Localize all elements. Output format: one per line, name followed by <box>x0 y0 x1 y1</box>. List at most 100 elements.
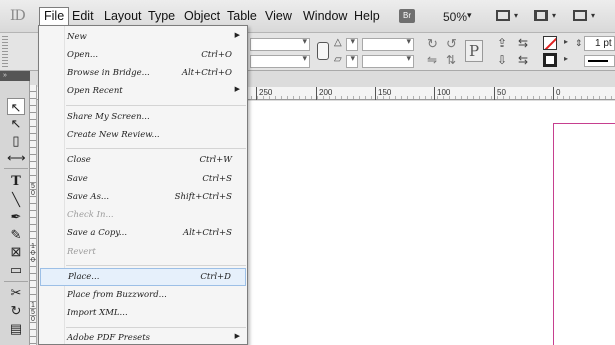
stroke-swatch-icon[interactable] <box>543 53 557 67</box>
menu-item-label: Share My Screen... <box>67 112 150 122</box>
flip-horizontal-icon[interactable]: ⇋ <box>427 53 437 67</box>
menu-edit[interactable]: Edit <box>68 7 98 26</box>
font-family-field[interactable] <box>250 36 310 51</box>
menu-item-label: Place... <box>68 272 100 282</box>
pencil-tool-icon[interactable]: ✎ <box>7 226 25 243</box>
shear-dropdown[interactable] <box>346 53 358 68</box>
rotate-cw-icon[interactable]: ↻ <box>427 36 438 52</box>
menu-type[interactable]: Type <box>144 7 179 26</box>
screen-mode-icon[interactable] <box>533 8 550 24</box>
menu-item-shortcut: Shift+Ctrl+S <box>174 192 232 202</box>
bridge-button[interactable]: Br <box>399 9 415 23</box>
menu-object[interactable]: Object <box>180 7 224 26</box>
select-content-icon[interactable]: ⇩ <box>497 53 507 67</box>
menu-item-label: Save a Copy... <box>67 228 128 238</box>
ruler-label: 100 <box>31 243 35 264</box>
menu-item-label: Open... <box>67 50 99 60</box>
stroke-weight-field[interactable]: 1 pt <box>584 36 615 51</box>
free-transform-tool-icon[interactable]: ↻ <box>7 302 25 319</box>
menu-item-shortcut: Ctrl+W <box>199 155 232 165</box>
select-next-icon[interactable]: ⇆ <box>518 53 528 67</box>
ruler-tick <box>434 87 435 100</box>
constrain-proportions-icon[interactable] <box>317 42 329 60</box>
type-tool-icon[interactable]: T <box>7 173 25 190</box>
menu-item-save[interactable]: Save Ctrl+S <box>40 171 246 189</box>
menu-item-place[interactable]: Place... Ctrl+D <box>40 268 246 286</box>
tools-panel-collapse-icon[interactable]: » <box>0 71 30 81</box>
arrange-documents-icon[interactable] <box>572 8 589 24</box>
menu-separator <box>66 148 246 149</box>
triangle-icon: △ <box>334 37 342 48</box>
select-previous-icon[interactable]: ⇆ <box>518 36 528 50</box>
selection-tool-icon[interactable]: ↖ <box>7 98 25 115</box>
panel-grip[interactable] <box>2 36 8 68</box>
menu-separator <box>66 327 246 328</box>
chevron-down-icon[interactable]: ▾ <box>552 11 556 20</box>
menu-item-share-my-screen[interactable]: Share My Screen... <box>40 109 246 127</box>
menu-item-shortcut: Alt+Ctrl+S <box>182 228 232 238</box>
menu-separator <box>66 265 246 266</box>
menu-help[interactable]: Help <box>350 7 384 26</box>
rotate-ccw-icon[interactable]: ↺ <box>446 36 457 52</box>
zoom-level[interactable]: 50% <box>443 10 467 24</box>
menu-separator <box>66 105 246 106</box>
menu-item-import-xml[interactable]: Import XML... <box>40 305 246 323</box>
menu-item-close[interactable]: Close Ctrl+W <box>40 152 246 170</box>
menu-view[interactable]: View <box>261 7 296 26</box>
menu-item-adobe-pdf-presets[interactable]: Adobe PDF Presets ▶ <box>40 330 246 345</box>
zoom-dropdown-icon[interactable]: ▾ <box>467 10 472 21</box>
menu-item-create-new-review[interactable]: Create New Review... <box>40 127 246 145</box>
menu-item-shortcut: Ctrl+O <box>201 50 232 60</box>
menu-item-label: Save <box>67 174 88 184</box>
menu-item-label: Create New Review... <box>67 130 160 140</box>
menu-item-new[interactable]: New ▶ <box>40 29 246 47</box>
menu-item-save-a-copy[interactable]: Save a Copy... Alt+Ctrl+S <box>40 225 246 243</box>
submenu-arrow-icon: ▶ <box>234 333 240 340</box>
shear-angle-field[interactable] <box>362 53 414 68</box>
menu-item-label: Close <box>67 155 91 165</box>
menu-item-label: Revert <box>67 247 96 257</box>
menu-item-open-recent[interactable]: Open Recent ▶ <box>40 83 246 101</box>
rotation-angle-field[interactable] <box>362 36 414 51</box>
menu-item-shortcut: Ctrl+S <box>202 174 232 184</box>
menu-file[interactable]: File <box>39 7 70 26</box>
direct-selection-tool-icon[interactable]: ↖ <box>7 115 25 132</box>
chevron-down-icon[interactable]: ▾ <box>514 11 518 20</box>
menu-item-save-as[interactable]: Save As... Shift+Ctrl+S <box>40 189 246 207</box>
ruler-label: 200 <box>319 88 333 97</box>
menu-window[interactable]: Window <box>299 7 351 26</box>
menu-item-open[interactable]: Open... Ctrl+O <box>40 47 246 65</box>
select-container-icon[interactable]: ⇪ <box>497 36 507 50</box>
gradient-tool-icon[interactable]: ▤ <box>7 320 25 337</box>
tools-divider <box>4 281 28 282</box>
menu-item-shortcut: Ctrl+D <box>200 272 231 282</box>
menu-item-check-in: Check In... <box>40 207 246 225</box>
view-options-icon[interactable] <box>495 8 512 24</box>
menu-item-label: Place from Buzzword... <box>67 290 167 300</box>
chevron-down-icon[interactable]: ▾ <box>591 11 595 20</box>
rotate-dropdown[interactable] <box>346 36 358 51</box>
menu-item-place-from-buzzword[interactable]: Place from Buzzword... <box>40 287 246 305</box>
ruler-tick <box>375 87 376 100</box>
ruler-tick <box>494 87 495 100</box>
menu-layout[interactable]: Layout <box>100 7 146 26</box>
fill-none-swatch-icon[interactable] <box>543 36 557 50</box>
menu-table[interactable]: Table <box>223 7 261 26</box>
stroke-type-field[interactable] <box>584 55 615 67</box>
submenu-arrow-icon: ▶ <box>234 32 240 39</box>
font-style-field[interactable] <box>250 53 310 68</box>
chevron-right-icon[interactable]: ▸ <box>564 37 568 46</box>
scissors-tool-icon[interactable]: ✂ <box>7 284 25 301</box>
submenu-arrow-icon: ▶ <box>234 86 240 93</box>
ruler-label: 50 <box>497 88 506 97</box>
rectangle-frame-tool-icon[interactable]: ⊠ <box>7 243 25 260</box>
page-tool-icon[interactable]: ▯ <box>7 132 25 149</box>
stroke-weight-stepper-icon[interactable]: ⇕ <box>575 38 583 49</box>
line-tool-icon[interactable]: ╲ <box>7 191 25 208</box>
pen-tool-icon[interactable]: ✒ <box>7 208 25 225</box>
chevron-right-icon[interactable]: ▸ <box>564 54 568 63</box>
flip-vertical-icon[interactable]: ⇅ <box>446 53 456 67</box>
rectangle-tool-icon[interactable]: ▭ <box>7 261 25 278</box>
gap-tool-icon[interactable]: ⟷ <box>7 149 26 166</box>
menu-item-browse-in-bridge[interactable]: Browse in Bridge... Alt+Ctrl+O <box>40 65 246 83</box>
